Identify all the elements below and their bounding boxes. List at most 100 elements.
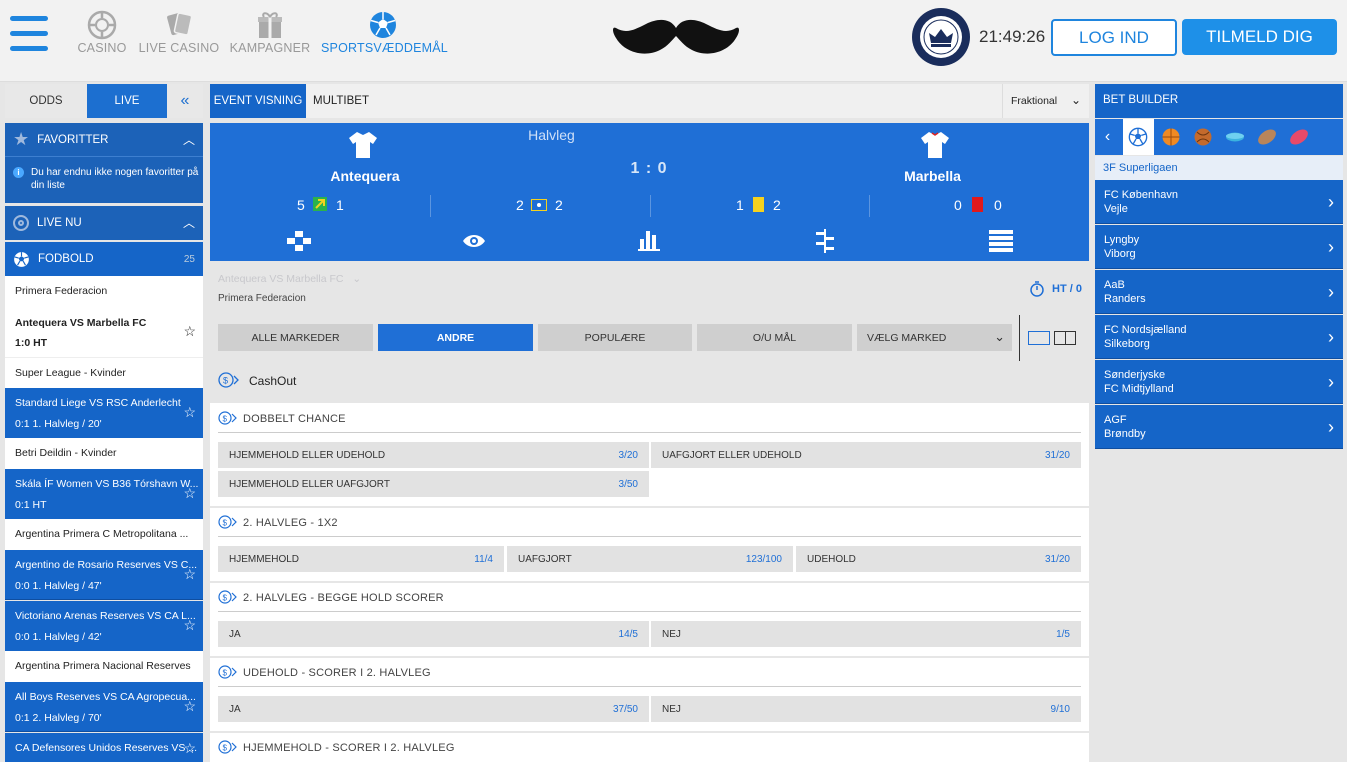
match-status: 0:1 2. Halvleg / 70' [15,712,102,724]
soccer-icon[interactable] [1123,119,1154,155]
bet-builder-match[interactable]: Sønderjyske FC Midtjylland › [1095,360,1343,404]
odds-button[interactable]: JA 37/50 [218,696,649,722]
odds-button[interactable]: HJEMMEHOLD ELLER UAFGJORT 3/50 [218,471,649,497]
nav-live-casino[interactable]: LIVE CASINO [138,10,220,55]
svg-text:$: $ [223,376,228,386]
ice-hockey-icon[interactable] [1226,132,1244,145]
info-icon: i [13,167,24,178]
market-tab-populaere[interactable]: POPULÆRE [538,324,692,351]
statistics-bar-icon[interactable] [638,229,662,254]
favorite-star-icon[interactable]: ☆ [183,323,196,340]
football-header[interactable]: FODBOLD 25 [5,242,203,276]
nav-label: LIVE CASINO [138,41,220,55]
event-title: Antequera VS Marbella FC [218,273,344,285]
favorite-star-icon[interactable]: ☆ [183,617,196,634]
match-row[interactable]: Argentino de Rosario Reserves VS C... 0:… [5,550,203,600]
match-row[interactable]: CA Defensores Unidos Reserves VS ... ☆ [5,733,203,762]
market-tab-alle[interactable]: ALLE MARKEDER [218,324,373,351]
match-row[interactable]: Standard Liege VS RSC Anderlecht 0:1 1. … [5,388,203,438]
american-football-icon[interactable] [1289,128,1309,149]
odds-format-select[interactable]: Fraktional ⌄ [1002,84,1089,118]
away-team: FC Midtjylland [1104,383,1174,395]
league-row[interactable]: Primera Federacion [5,276,203,307]
odds-button[interactable]: UAFGJORT ELLER UDEHOLD 31/20 [651,442,1081,468]
away-team: Randers [1104,293,1146,305]
handball-icon[interactable] [1194,128,1212,149]
collapse-sidebar-icon[interactable]: « [167,84,203,118]
favorite-star-icon[interactable]: ☆ [183,485,196,502]
league-row[interactable]: Betri Deildin - Kvinder [5,438,203,469]
odds-value: 3/50 [618,479,638,490]
score: 1 : 0 [630,160,668,177]
tab-event-visning[interactable]: EVENT VISNING [210,84,306,118]
match-row[interactable]: All Boys Reserves VS CA Agropecua... 0:1… [5,682,203,732]
mustache-logo[interactable] [612,16,740,63]
away-team: Marbella [904,168,961,184]
market-tab-ou[interactable]: O/U MÅL [697,324,852,351]
table-list-icon[interactable] [989,230,1013,255]
away-team: Brøndby [1104,428,1146,440]
nav-casino[interactable]: CASINO [76,10,128,55]
tab-live[interactable]: LIVE [87,84,167,118]
scoreboard: Halvleg Antequera Marbella 1 : 0 5 1 2 2… [210,123,1089,261]
odds-value: 37/50 [612,704,638,715]
league-name: Primera Federacion [15,285,108,297]
league-row[interactable]: Super League - Kvinder [5,357,203,388]
odds-button[interactable]: HJEMMEHOLD 11/4 [218,546,504,572]
odds-button[interactable]: UDEHOLD 31/20 [796,546,1081,572]
favorite-star-icon[interactable]: ☆ [183,404,196,421]
football-title: FODBOLD [38,253,94,265]
bet-builder-match[interactable]: FC Nordsjælland Silkeborg › [1095,315,1343,359]
favorite-star-icon[interactable]: ☆ [183,740,196,757]
tab-odds[interactable]: ODDS [5,84,87,118]
hamburger-menu-icon[interactable] [10,14,48,54]
basketball-icon[interactable] [1162,128,1180,149]
rugby-icon[interactable] [1257,128,1277,149]
signup-button[interactable]: TILMELD DIG [1182,19,1337,55]
single-column-view-icon[interactable] [1028,331,1050,345]
cashout-label: CashOut [249,374,297,388]
watch-eye-icon[interactable] [462,231,486,254]
event-title-dropdown[interactable]: Antequera VS Marbella FC ⌄ [218,273,361,285]
favorite-star-icon[interactable]: ☆ [183,698,196,715]
chevron-right-icon: › [1328,327,1334,347]
bet-builder-match[interactable]: FC København Vejle › [1095,180,1343,224]
favorite-star-icon[interactable]: ☆ [183,566,196,583]
bet-builder-match[interactable]: Lyngby Viborg › [1095,225,1343,269]
bet-builder-match[interactable]: AGF Brøndby › [1095,405,1343,449]
match-row[interactable]: Skála ÍF Women VS B36 Tórshavn W... 0:1 … [5,469,203,519]
league-row[interactable]: Argentina Primera C Metropolitana ... [5,519,203,550]
match-teams: Skála ÍF Women VS B36 Tórshavn W... [15,478,199,490]
stat-red-away: 0 [994,197,1002,213]
odds-button[interactable]: UAFGJORT 123/100 [507,546,793,572]
star-icon: ★ [13,129,30,149]
odds-button[interactable]: NEJ 9/10 [651,696,1081,722]
tab-multibet[interactable]: MULTIBET [306,84,376,118]
chevron-left-icon[interactable]: ‹ [1095,119,1120,155]
odds-button[interactable]: HJEMMEHOLD ELLER UDEHOLD 3/20 [218,442,649,468]
favorites-header[interactable]: ★ FAVORITTER ︿ [5,123,203,157]
match-row[interactable]: Antequera VS Marbella FC 1:0 HT ☆ [5,307,203,357]
market-title: 2. HALVLEG - BEGGE HOLD SCORER [243,592,444,604]
away-team: Silkeborg [1104,338,1150,350]
soccer-ball-icon [321,10,444,40]
match-row[interactable]: Victoriano Arenas Reserves VS CA L... 0:… [5,601,203,651]
lineup-icon[interactable] [287,231,311,254]
market-select[interactable]: VÆLG MARKED ⌄ [857,324,1012,351]
stat-yellow-home: 1 [736,197,744,213]
league-row[interactable]: Argentina Primera Nacional Reserves [5,651,203,682]
match-teams: Victoriano Arenas Reserves VS CA L... [15,610,196,622]
market-tab-andre[interactable]: ANDRE [378,324,533,351]
nav-kampagner[interactable]: KAMPAGNER [229,10,311,55]
nav-sportsvaeddemaal[interactable]: SPORTSVÆDDEMÅL [321,10,448,55]
odds-label: UDEHOLD [807,554,856,565]
odds-button[interactable]: NEJ 1/5 [651,621,1081,647]
live-now-header[interactable]: LIVE NU ︿ [5,206,203,240]
bet-builder-match[interactable]: AaB Randers › [1095,270,1343,314]
odds-label: UAFGJORT ELLER UDEHOLD [662,450,802,461]
odds-button[interactable]: JA 14/5 [218,621,649,647]
away-team: Vejle [1104,203,1128,215]
two-column-view-icon[interactable] [1054,331,1076,345]
timeline-icon[interactable] [813,229,837,256]
login-button[interactable]: LOG IND [1051,19,1177,56]
